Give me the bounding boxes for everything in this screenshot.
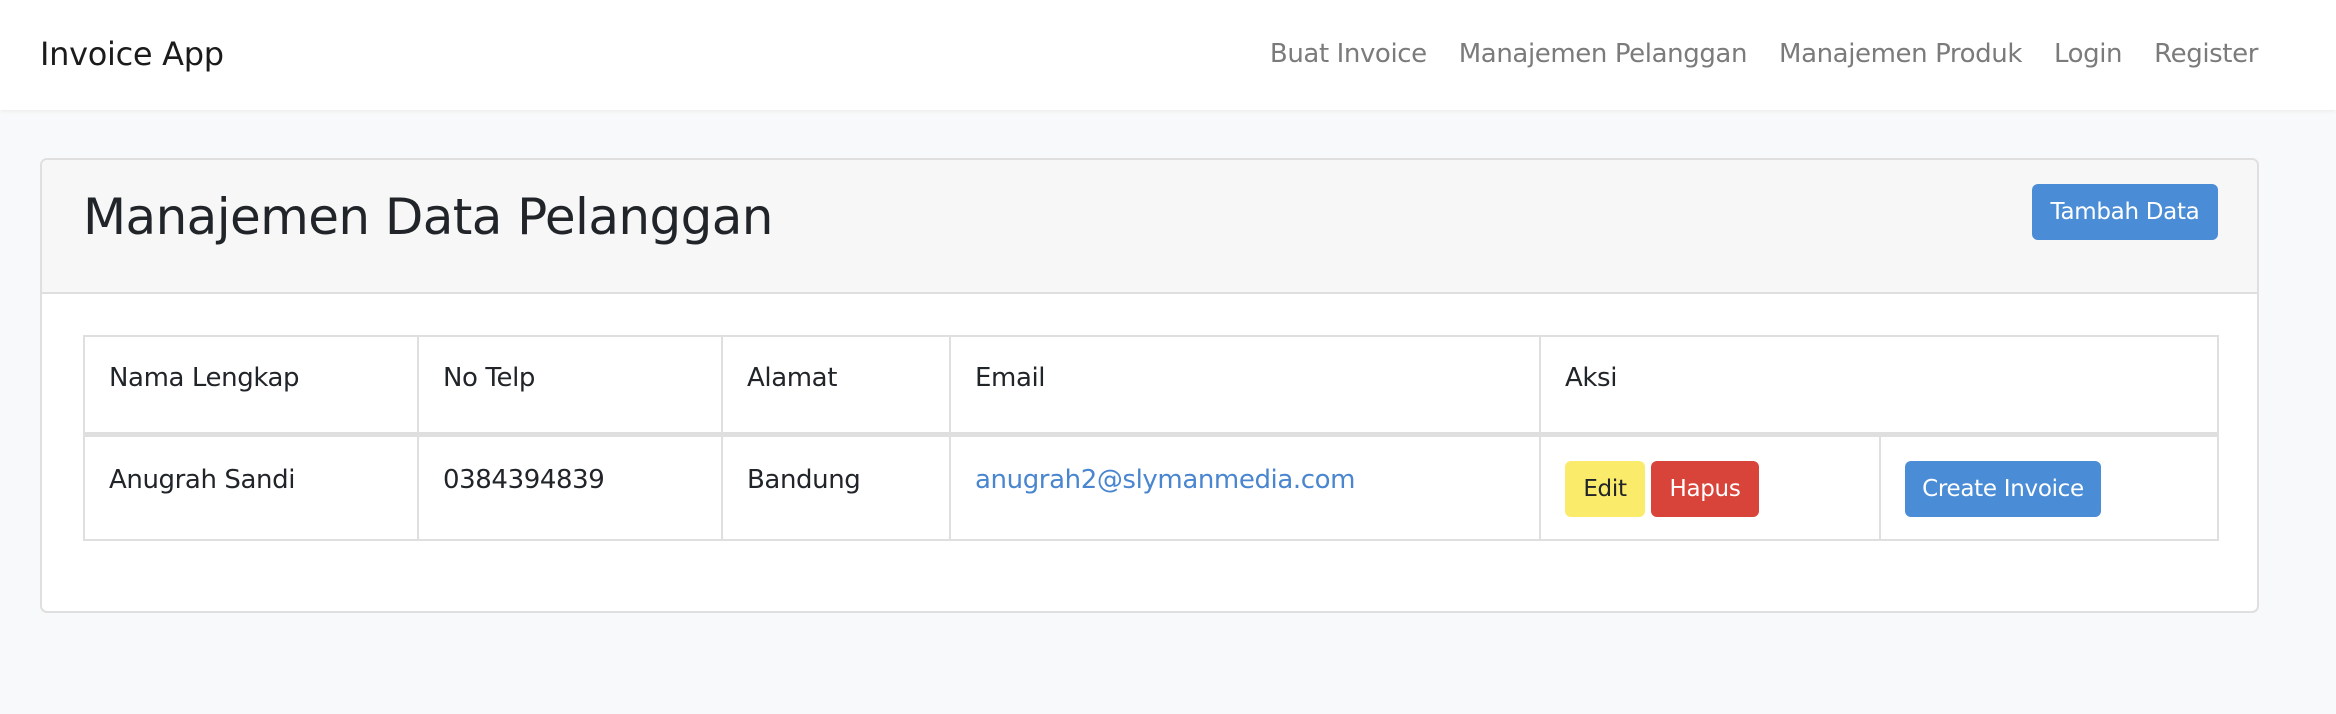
add-data-button[interactable]: Tambah Data	[2032, 184, 2218, 240]
nav-item-register: Register	[2138, 34, 2258, 74]
table-header-row: Nama Lengkap No Telp Alamat Email Aksi	[83, 335, 2220, 437]
column-header-email: Email	[949, 335, 1541, 437]
nav-menu: Buat Invoice Manajemen Pelanggan Manajem…	[1254, 34, 2259, 74]
nav-link-login[interactable]: Login	[2038, 34, 2138, 74]
navbar: Invoice App Buat Invoice Manajemen Pelan…	[0, 0, 2336, 110]
table-row: Anugrah Sandi 0384394839 Bandung anugrah…	[83, 433, 2220, 541]
nav-link-manajemen-produk[interactable]: Manajemen Produk	[1763, 34, 2038, 74]
nav-link-buat-invoice[interactable]: Buat Invoice	[1254, 34, 1443, 74]
card-header: Manajemen Data Pelanggan Tambah Data	[42, 160, 2257, 294]
cell-email: anugrah2@slymanmedia.com	[949, 433, 1541, 541]
nav-item-buat-invoice: Buat Invoice	[1254, 34, 1443, 74]
nav-link-register[interactable]: Register	[2138, 34, 2258, 74]
edit-button[interactable]: Edit	[1565, 460, 1645, 517]
nav-item-login: Login	[2038, 34, 2138, 74]
nav-link-manajemen-pelanggan[interactable]: Manajemen Pelanggan	[1443, 34, 1763, 74]
customer-table: Nama Lengkap No Telp Alamat Email Aksi A…	[83, 335, 2220, 541]
delete-button[interactable]: Hapus	[1651, 460, 1759, 517]
cell-alamat: Bandung	[721, 433, 951, 541]
page-title: Manajemen Data Pelanggan	[83, 188, 773, 246]
brand-logo[interactable]: Invoice App	[40, 32, 224, 76]
nav-item-manajemen-produk: Manajemen Produk	[1763, 34, 2038, 74]
create-invoice-button[interactable]: Create Invoice	[1905, 460, 2101, 517]
column-header-alamat: Alamat	[721, 335, 951, 437]
cell-nama: Anugrah Sandi	[83, 433, 419, 541]
cell-invoice: Create Invoice	[1878, 433, 2220, 541]
nav-item-manajemen-pelanggan: Manajemen Pelanggan	[1443, 34, 1763, 74]
cell-actions: Edit Hapus	[1539, 433, 1881, 541]
column-header-nama: Nama Lengkap	[83, 335, 419, 437]
email-link[interactable]: anugrah2@slymanmedia.com	[975, 465, 1356, 495]
column-header-aksi: Aksi	[1538, 335, 2220, 437]
column-header-telp: No Telp	[417, 335, 723, 437]
customer-card: Manajemen Data Pelanggan Tambah Data Nam…	[40, 158, 2259, 613]
cell-telp: 0384394839	[417, 433, 723, 541]
